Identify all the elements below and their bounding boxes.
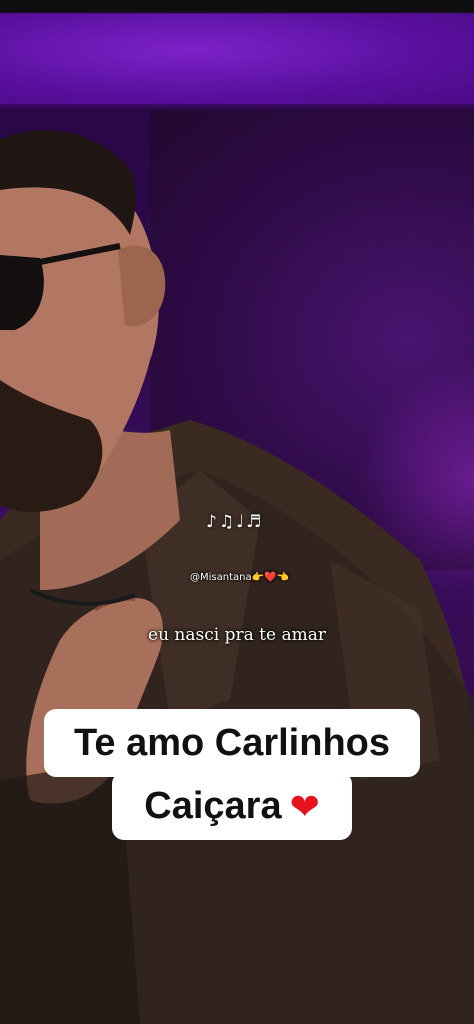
music-notes-emoji: ♪♫♩♬ — [206, 512, 264, 532]
heart-icon: ❤ — [289, 787, 320, 828]
caption-line-1: Te amo Carlinhos — [44, 709, 420, 777]
creator-handle[interactable]: @Misantana👉❤️👈 — [190, 572, 289, 583]
video-frame[interactable]: ♪♫♩♬ @Misantana👉❤️👈 eu nasci pra te amar… — [0, 0, 474, 1024]
lyric-subtitle: eu nasci pra te amar — [148, 625, 326, 645]
caption-line-1-text: Te amo Carlinhos — [73, 722, 391, 764]
caption-line-2-text: Caiçara — [144, 785, 282, 827]
caption-line-2: Caiçara ❤ — [112, 772, 352, 840]
